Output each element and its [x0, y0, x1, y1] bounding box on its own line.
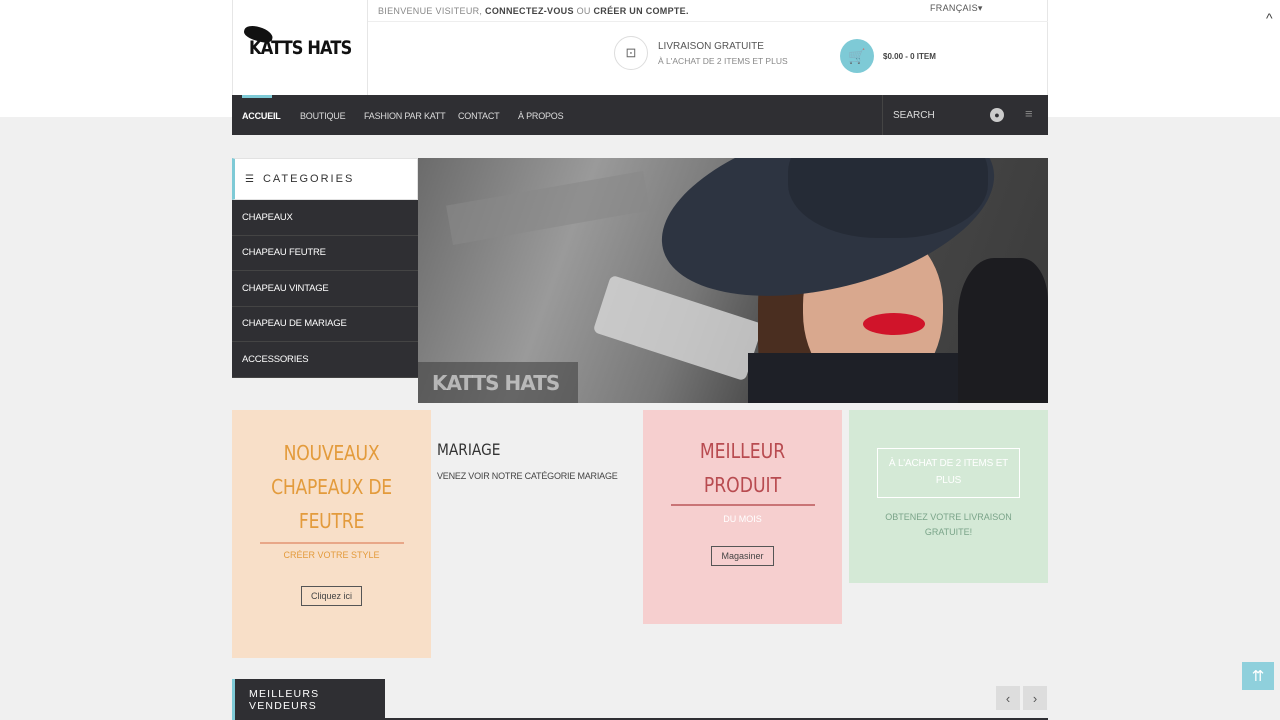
bus-icon: ⊡ [614, 36, 648, 70]
promo-felt-subtitle: CRÉER VOTRE STYLE [283, 550, 380, 560]
welcome-message: Bienvenue visiteur, Connectez-vous ou cr… [378, 6, 689, 16]
nav-item-contact[interactable]: CONTACT [458, 111, 500, 121]
categories-title: CATEGORIES [262, 173, 355, 185]
promo-wedding[interactable]: MARIAGE VENEZ VOIR NOTRE CATÉGORIE MARIA… [437, 440, 637, 481]
active-indicator [242, 95, 272, 98]
nav-item-a-propos[interactable]: À PROPOS [518, 111, 564, 121]
magasiner-button[interactable]: Magasiner [711, 546, 774, 566]
category-item-chapeau-de-mariage[interactable]: CHAPEAU DE MARIAGE [232, 306, 418, 342]
register-link[interactable]: créer un compte. [593, 6, 688, 16]
hero-watermark: KATTS HATS [418, 362, 578, 403]
logo: KATTS HATS [242, 22, 352, 59]
divider [259, 542, 404, 544]
best-sellers-title: MEILLEURS VENDEURS [232, 679, 385, 720]
promo-best-line1: MEILLEUR [699, 439, 786, 463]
promo-wedding-desc: VENEZ VOIR NOTRE CATÉGORIE MARIAGE [437, 471, 618, 481]
shipping-title: LIVRAISON GRATUITE [658, 41, 764, 52]
categories-header: ☰ CATEGORIES [232, 158, 418, 200]
search-icon[interactable]: ● [990, 108, 1004, 122]
lips-shape [863, 313, 925, 335]
category-item-chapeau-feutre[interactable]: CHAPEAU FEUTRE [232, 235, 418, 271]
category-item-chapeau-vintage[interactable]: CHAPEAU VINTAGE [232, 271, 418, 307]
chevron-left-icon[interactable]: ‹ [996, 686, 1020, 710]
chevron-up-icon[interactable]: ^ [1266, 10, 1273, 26]
search-area: ● ≡ [882, 95, 1048, 135]
welcome-prefix: Bienvenue visiteur, [378, 6, 483, 16]
logo-link[interactable]: KATTS HATS [233, 0, 368, 95]
promo-felt-line2: CHAPEAUX DE [271, 475, 392, 499]
hero-banner[interactable]: KATTS HATS [418, 158, 1048, 403]
list-icon: ☰ [245, 173, 254, 185]
welcome-or: ou [576, 6, 591, 16]
nav-item-fashion[interactable]: FASHION PAR KATT [364, 111, 446, 121]
cart-summary[interactable]: 🛒 $0.00 - 0 ITEM [840, 39, 936, 73]
promo-free-shipping[interactable]: À L'ACHAT DE 2 ITEMS ET PLUS OBTENEZ VOT… [849, 410, 1048, 583]
shipping-subtitle: À L'ACHAT DE 2 ITEMS ET PLUS [658, 56, 788, 66]
hat-logo-icon [242, 22, 274, 45]
double-chevron-up-icon[interactable]: ⇈ [1242, 662, 1274, 690]
cart-total[interactable]: $0.00 - 0 ITEM [883, 52, 936, 61]
promo-shipping-frame: À L'ACHAT DE 2 ITEMS ET PLUS [877, 448, 1020, 498]
promo-best-line2: PRODUIT [703, 473, 782, 497]
promo-best-product[interactable]: MEILLEUR PRODUIT DU MOIS Magasiner [643, 410, 842, 624]
cliquez-ici-button[interactable]: Cliquez ici [300, 586, 362, 606]
promo-shipping-subtitle: OBTENEZ VOTRE LIVRAISON GRATUITE! [885, 512, 1012, 537]
main-navigation: ACCUEIL BOUTIQUE FASHION PAR KATT CONTAC… [232, 95, 1048, 135]
divider [670, 504, 815, 506]
categories-panel: ☰ CATEGORIES CHAPEAUX CHAPEAU FEUTRE CHA… [232, 158, 418, 378]
glove-shape [958, 258, 1048, 403]
category-item-accessories[interactable]: ACCESSORIES [232, 342, 418, 378]
promo-felt-line3: FEUTRE [298, 509, 365, 533]
category-item-chapeaux[interactable]: CHAPEAUX [232, 200, 418, 236]
promo-felt-hats[interactable]: NOUVEAUX CHAPEAUX DE FEUTRE CRÉER VOTRE … [232, 410, 431, 658]
cart-icon[interactable]: 🛒 [840, 39, 874, 73]
language-selector[interactable]: FRANÇAIS▾ [930, 3, 983, 14]
background-shape [446, 170, 650, 246]
search-input[interactable] [893, 107, 983, 123]
promo-felt-line1: NOUVEAUX [283, 441, 380, 465]
nav-item-accueil[interactable]: ACCUEIL [242, 111, 281, 121]
nav-item-boutique[interactable]: BOUTIQUE [300, 111, 346, 121]
site-header: KATTS HATS Bienvenue visiteur, Connectez… [232, 0, 1048, 95]
promo-best-subtitle: DU MOIS [723, 514, 762, 524]
promo-wedding-title: MARIAGE [437, 440, 501, 459]
chevron-right-icon[interactable]: › [1023, 686, 1047, 710]
menu-icon[interactable]: ≡ [1025, 106, 1033, 121]
top-bar: Bienvenue visiteur, Connectez-vous ou cr… [368, 0, 1048, 22]
login-link[interactable]: Connectez-vous [485, 6, 574, 16]
free-shipping-info: ⊡ LIVRAISON GRATUITE À L'ACHAT DE 2 ITEM… [614, 36, 788, 70]
